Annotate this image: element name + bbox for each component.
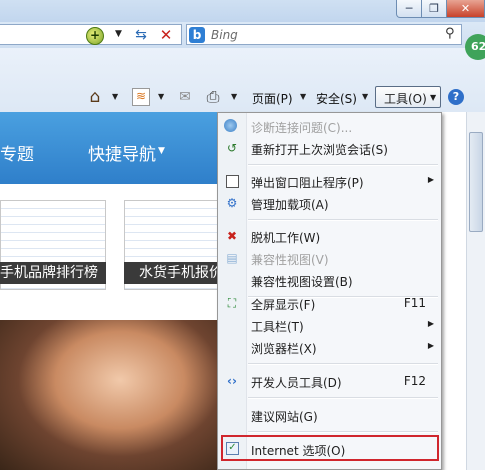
nav-topic-link[interactable]: 专题 (0, 140, 34, 165)
help-icon[interactable]: ? (448, 89, 464, 105)
notification-badge: 62 (465, 34, 485, 60)
menu-item-label: 管理加载项(A) (251, 198, 329, 212)
site-nav-band: 专题 快捷导航 ▼ (0, 112, 218, 184)
menu-item-label: 重新打开上次浏览会话(S) (251, 143, 388, 157)
page-dropdown-icon[interactable]: ▼ (300, 92, 306, 101)
menu-item-toolbars[interactable]: 工具栏(T) ▶ (219, 314, 440, 336)
reopen-session-icon: ↺ (226, 141, 238, 155)
menu-item-label: 建议网站(G) (251, 410, 318, 424)
maximize-button[interactable]: ❐ (421, 0, 447, 18)
addons-icon: ⚙ (226, 196, 238, 210)
address-dropdown-icon[interactable]: ▼ (115, 29, 122, 39)
menu-item-explorer-bars[interactable]: 浏览器栏(X) ▶ (219, 336, 440, 358)
feeds-dropdown-icon[interactable]: ▼ (158, 92, 164, 101)
thumbnail-caption[interactable]: 水货手机报价 (124, 262, 218, 284)
safety-menu-button[interactable]: 安全(S) (316, 90, 357, 107)
page-scrollbar[interactable] (466, 112, 485, 470)
dev-tools-icon: ‹› (227, 374, 237, 388)
menu-item-manage-addons[interactable]: ⚙ 管理加载项(A) (219, 192, 440, 214)
menu-item-label: 开发人员工具(D) (251, 376, 342, 390)
nav-dropdown-icon[interactable]: ▼ (158, 146, 165, 156)
address-input[interactable]: + ▼ ⇆ ✕ (0, 24, 182, 45)
portrait-photo[interactable] (0, 320, 218, 470)
tools-menu-label: 工具(O) (384, 92, 427, 106)
page-menu-button[interactable]: 页面(P) (252, 90, 293, 107)
menu-separator (248, 431, 438, 433)
menu-item-shortcut: F12 (403, 374, 426, 388)
menu-item-label: 浏览器栏(X) (251, 342, 317, 356)
feeds-icon[interactable]: ≋ (132, 88, 150, 106)
menu-separator (248, 219, 438, 221)
fullscreen-icon: ⛶ (227, 296, 237, 310)
menu-item-developer-tools[interactable]: ‹› 开发人员工具(D) F12 (219, 370, 440, 392)
print-icon[interactable]: ⎙ (204, 88, 222, 106)
highlight-outline (221, 435, 439, 461)
search-icon[interactable]: ⚲ (445, 26, 455, 41)
menu-item-diagnose-connection[interactable]: 诊断连接问题(C)... (219, 115, 440, 137)
compatibility-icon[interactable]: + (86, 27, 104, 45)
address-row: + ▼ ⇆ ✕ b Bing ⚲ (0, 22, 485, 49)
tools-dropdown-icon: ▼ (430, 93, 437, 102)
search-placeholder: Bing (211, 28, 238, 42)
menu-item-label: 工具栏(T) (251, 320, 304, 334)
refresh-icon[interactable]: ⇆ (132, 26, 150, 44)
menu-item-label: 全屏显示(F) (251, 298, 316, 312)
menu-item-compat-view[interactable]: ▤ 兼容性视图(V) (219, 247, 440, 269)
menu-item-compat-view-settings[interactable]: 兼容性视图设置(B) (219, 269, 440, 291)
safety-dropdown-icon[interactable]: ▼ (362, 92, 368, 101)
tools-menu-button[interactable]: 工具(O) ▼ (375, 86, 441, 108)
menu-item-label: 弹出窗口阻止程序(P) (251, 176, 364, 190)
submenu-arrow-icon: ▶ (427, 319, 434, 328)
diagnose-icon (224, 119, 237, 132)
menu-item-work-offline[interactable]: ✖ 脱机工作(W) (219, 225, 440, 247)
home-icon[interactable]: ⌂ (86, 88, 104, 106)
tools-dropdown-menu: 诊断连接问题(C)... ↺ 重新打开上次浏览会话(S) 弹出窗口阻止程序(P)… (217, 112, 442, 470)
scrollbar-thumb[interactable] (469, 132, 483, 232)
menu-item-label: 诊断连接问题(C)... (251, 121, 353, 135)
search-input[interactable]: b Bing ⚲ (186, 24, 462, 45)
submenu-arrow-icon: ▶ (427, 175, 434, 184)
menu-item-shortcut: F11 (403, 296, 426, 310)
menu-item-suggested-sites[interactable]: 建议网站(G) (219, 404, 440, 426)
menu-item-fullscreen[interactable]: ⛶ 全屏显示(F) F11 (219, 292, 440, 314)
submenu-arrow-icon: ▶ (427, 341, 434, 350)
menu-item-label: 兼容性视图(V) (251, 253, 329, 267)
bing-icon: b (189, 27, 205, 43)
menu-item-label: 脱机工作(W) (251, 231, 321, 245)
offline-icon: ✖ (226, 229, 238, 243)
stop-icon[interactable]: ✕ (157, 26, 175, 44)
menu-separator (248, 363, 438, 365)
menu-separator (248, 397, 438, 399)
nav-quick-link[interactable]: 快捷导航 (88, 140, 156, 165)
compat-view-icon: ▤ (226, 251, 238, 265)
title-bar: ─ ❐ ✕ (0, 0, 485, 22)
command-bar: ⌂ ▼ ≋ ▼ ✉ ⎙ ▼ 页面(P) ▼ 安全(S) ▼ 工具(O) ▼ ? … (0, 34, 485, 112)
menu-separator (248, 164, 438, 166)
menu-item-label: 兼容性视图设置(B) (251, 275, 353, 289)
thumbnail-caption[interactable]: 手机品牌排行榜 (0, 262, 106, 284)
home-dropdown-icon[interactable]: ▼ (112, 92, 118, 101)
menu-item-popup-blocker[interactable]: 弹出窗口阻止程序(P) ▶ (219, 170, 440, 192)
minimize-button[interactable]: ─ (396, 0, 422, 18)
mail-icon[interactable]: ✉ (176, 88, 194, 106)
menu-item-reopen-session[interactable]: ↺ 重新打开上次浏览会话(S) (219, 137, 440, 159)
print-dropdown-icon[interactable]: ▼ (231, 92, 237, 101)
close-button[interactable]: ✕ (446, 0, 485, 18)
popup-blocker-icon (226, 175, 239, 188)
